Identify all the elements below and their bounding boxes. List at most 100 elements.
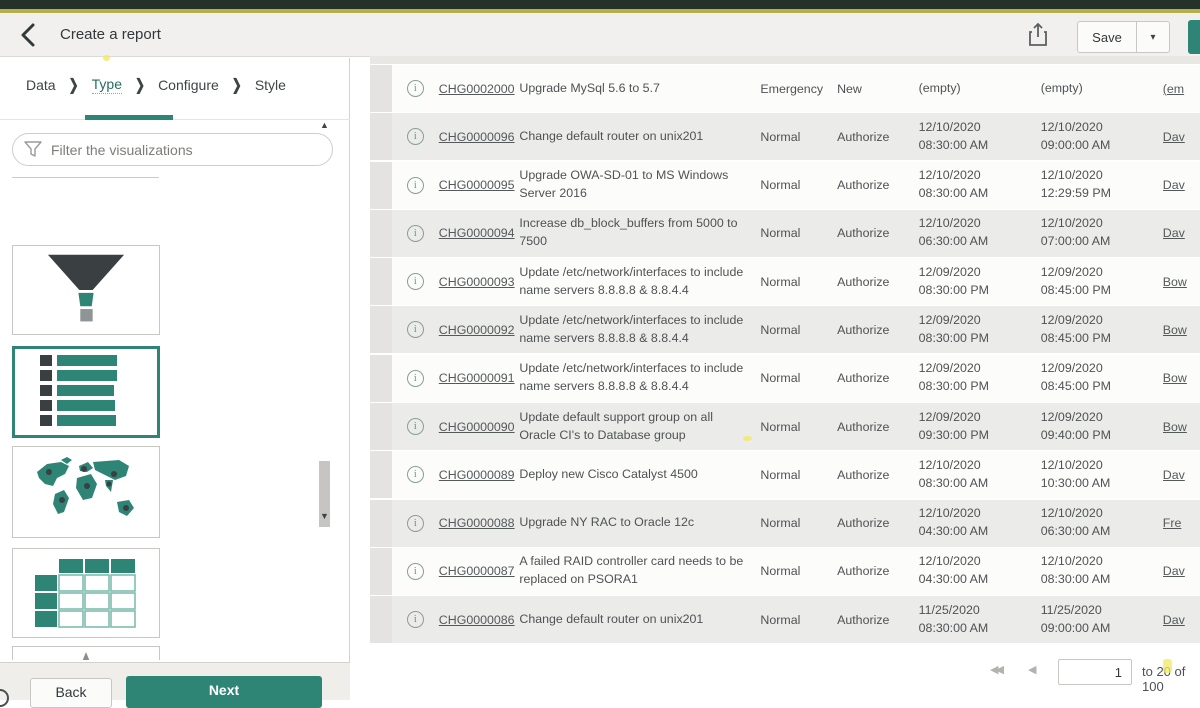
change-number-link[interactable]: CHG0000090 <box>439 420 515 434</box>
short-description-cell: A failed RAID controller card needs to b… <box>519 548 760 595</box>
change-number-link[interactable]: CHG0000089 <box>439 468 515 482</box>
run-button-partial[interactable] <box>1188 20 1200 54</box>
save-dropdown-button[interactable]: ▾ <box>1136 21 1170 53</box>
short-description-cell: Update /etc/network/interfaces to includ… <box>519 355 760 402</box>
state-cell: Authorize <box>837 548 919 595</box>
assignee-link[interactable]: (em <box>1163 82 1184 96</box>
start-date-cell: 12/09/2020 08:30:00 PM <box>919 258 1041 305</box>
assignee-link[interactable]: Dav <box>1163 613 1185 627</box>
info-icon[interactable]: i <box>407 563 424 580</box>
viz-card-pyramid[interactable] <box>12 646 160 660</box>
priority-cell: Normal <box>760 596 837 643</box>
info-icon[interactable]: i <box>407 225 424 242</box>
end-date-cell: 12/10/2020 06:30:00 AM <box>1041 500 1163 547</box>
change-number-link[interactable]: CHG0000088 <box>439 516 515 530</box>
step-configure[interactable]: Configure <box>158 77 219 93</box>
assignee-link[interactable]: Bow <box>1163 371 1187 385</box>
scroll-down-icon[interactable]: ▼ <box>318 509 331 522</box>
state-cell: Authorize <box>837 500 919 547</box>
cursor-highlight <box>103 55 110 61</box>
info-icon[interactable]: i <box>407 515 424 532</box>
viz-card-list[interactable] <box>12 346 160 438</box>
save-button[interactable]: Save <box>1077 21 1137 53</box>
state-cell: Authorize <box>837 113 919 160</box>
help-icon-partial[interactable] <box>0 689 9 707</box>
info-icon[interactable]: i <box>407 321 424 338</box>
step-type[interactable]: Type <box>92 76 122 94</box>
next-button[interactable]: Next <box>126 676 322 708</box>
row-gutter <box>370 113 392 160</box>
back-button[interactable]: Back <box>30 678 112 708</box>
assignee-link[interactable]: Bow <box>1163 420 1187 434</box>
change-number-link[interactable]: CHG0000091 <box>439 371 515 385</box>
change-number-link[interactable]: CHG0000087 <box>439 564 515 578</box>
assignee-link[interactable]: Dav <box>1163 564 1185 578</box>
back-chevron-icon[interactable] <box>16 22 42 48</box>
table-row: i CHG0000087 A failed RAID controller ca… <box>370 548 1200 595</box>
info-icon[interactable]: i <box>407 128 424 145</box>
end-date-cell: 12/09/2020 08:45:00 PM <box>1041 355 1163 402</box>
change-number-link[interactable]: CHG0002000 <box>439 82 515 96</box>
state-cell: Authorize <box>837 258 919 305</box>
viz-card-funnel[interactable] <box>12 245 160 335</box>
info-icon[interactable]: i <box>407 466 424 483</box>
viz-card-pivot-table[interactable] <box>12 548 160 638</box>
short-description-cell: Deploy new Cisco Catalyst 4500 <box>519 451 760 498</box>
chevron-right-icon: ❯ <box>69 76 79 94</box>
first-page-icon[interactable]: ◀◀ <box>990 663 1001 676</box>
end-date-cell: 12/10/2020 12:29:59 PM <box>1041 162 1163 209</box>
info-icon[interactable]: i <box>407 370 424 387</box>
short-description-cell: Upgrade MySql 5.6 to 5.7 <box>519 65 760 112</box>
priority-cell: Normal <box>760 500 837 547</box>
scroll-up-icon[interactable]: ▲ <box>318 118 331 131</box>
end-date-cell: 11/25/2020 09:00:00 AM <box>1041 596 1163 643</box>
page-number-input[interactable] <box>1058 659 1132 685</box>
change-number-link[interactable]: CHG0000093 <box>439 275 515 289</box>
table-row: i CHG0000089 Deploy new Cisco Catalyst 4… <box>370 451 1200 498</box>
state-cell: Authorize <box>837 596 919 643</box>
step-data[interactable]: Data <box>26 77 56 93</box>
change-number-link[interactable]: CHG0000094 <box>439 226 515 240</box>
assignee-link[interactable]: Fre <box>1163 516 1182 530</box>
previous-page-icon[interactable]: ◀ <box>1028 663 1036 676</box>
info-icon[interactable]: i <box>407 418 424 435</box>
change-number-link[interactable]: CHG0000092 <box>439 323 515 337</box>
end-date-cell: 12/10/2020 08:30:00 AM <box>1041 548 1163 595</box>
info-icon[interactable]: i <box>407 80 424 97</box>
table-header-remnant <box>370 56 1200 64</box>
filter-visualizations-input[interactable] <box>12 133 333 166</box>
info-icon[interactable]: i <box>407 611 424 628</box>
assignee-link[interactable]: Bow <box>1163 323 1187 337</box>
row-gutter <box>370 306 392 353</box>
change-number-link[interactable]: CHG0000096 <box>439 130 515 144</box>
row-gutter <box>370 596 392 643</box>
change-number-link[interactable]: CHG0000086 <box>439 613 515 627</box>
start-date-cell: 12/10/2020 08:30:00 AM <box>919 113 1041 160</box>
assignee-link[interactable]: Dav <box>1163 226 1185 240</box>
row-gutter <box>370 355 392 402</box>
start-date-cell: 12/10/2020 08:30:00 AM <box>919 451 1041 498</box>
assignee-link[interactable]: Dav <box>1163 468 1185 482</box>
viz-card-world-map[interactable] <box>12 446 160 538</box>
info-icon[interactable]: i <box>407 273 424 290</box>
share-icon[interactable] <box>1026 22 1050 48</box>
start-date-cell: 12/09/2020 08:30:00 PM <box>919 306 1041 353</box>
table-row: i CHG0000092 Update /etc/network/interfa… <box>370 306 1200 353</box>
assignee-link[interactable]: Bow <box>1163 275 1187 289</box>
assignee-link[interactable]: Dav <box>1163 178 1185 192</box>
assignee-link[interactable]: Dav <box>1163 130 1185 144</box>
end-date-cell: 12/09/2020 08:45:00 PM <box>1041 258 1163 305</box>
change-number-link[interactable]: CHG0000095 <box>439 178 515 192</box>
viz-list-scrollbar[interactable]: ▲ ▼ <box>316 118 333 522</box>
priority-cell: Normal <box>760 210 837 257</box>
table-row: i CHG0002000 Upgrade MySql 5.6 to 5.7 Em… <box>370 65 1200 112</box>
end-date-cell: 12/09/2020 08:45:00 PM <box>1041 306 1163 353</box>
start-date-cell: 12/10/2020 06:30:00 AM <box>919 210 1041 257</box>
short-description-cell: Increase db_block_buffers from 5000 to 7… <box>519 210 760 257</box>
end-date-cell: (empty) <box>1041 65 1163 112</box>
row-gutter <box>370 548 392 595</box>
step-style[interactable]: Style <box>255 77 286 93</box>
state-cell: Authorize <box>837 306 919 353</box>
info-icon[interactable]: i <box>407 177 424 194</box>
priority-cell: Normal <box>760 258 837 305</box>
